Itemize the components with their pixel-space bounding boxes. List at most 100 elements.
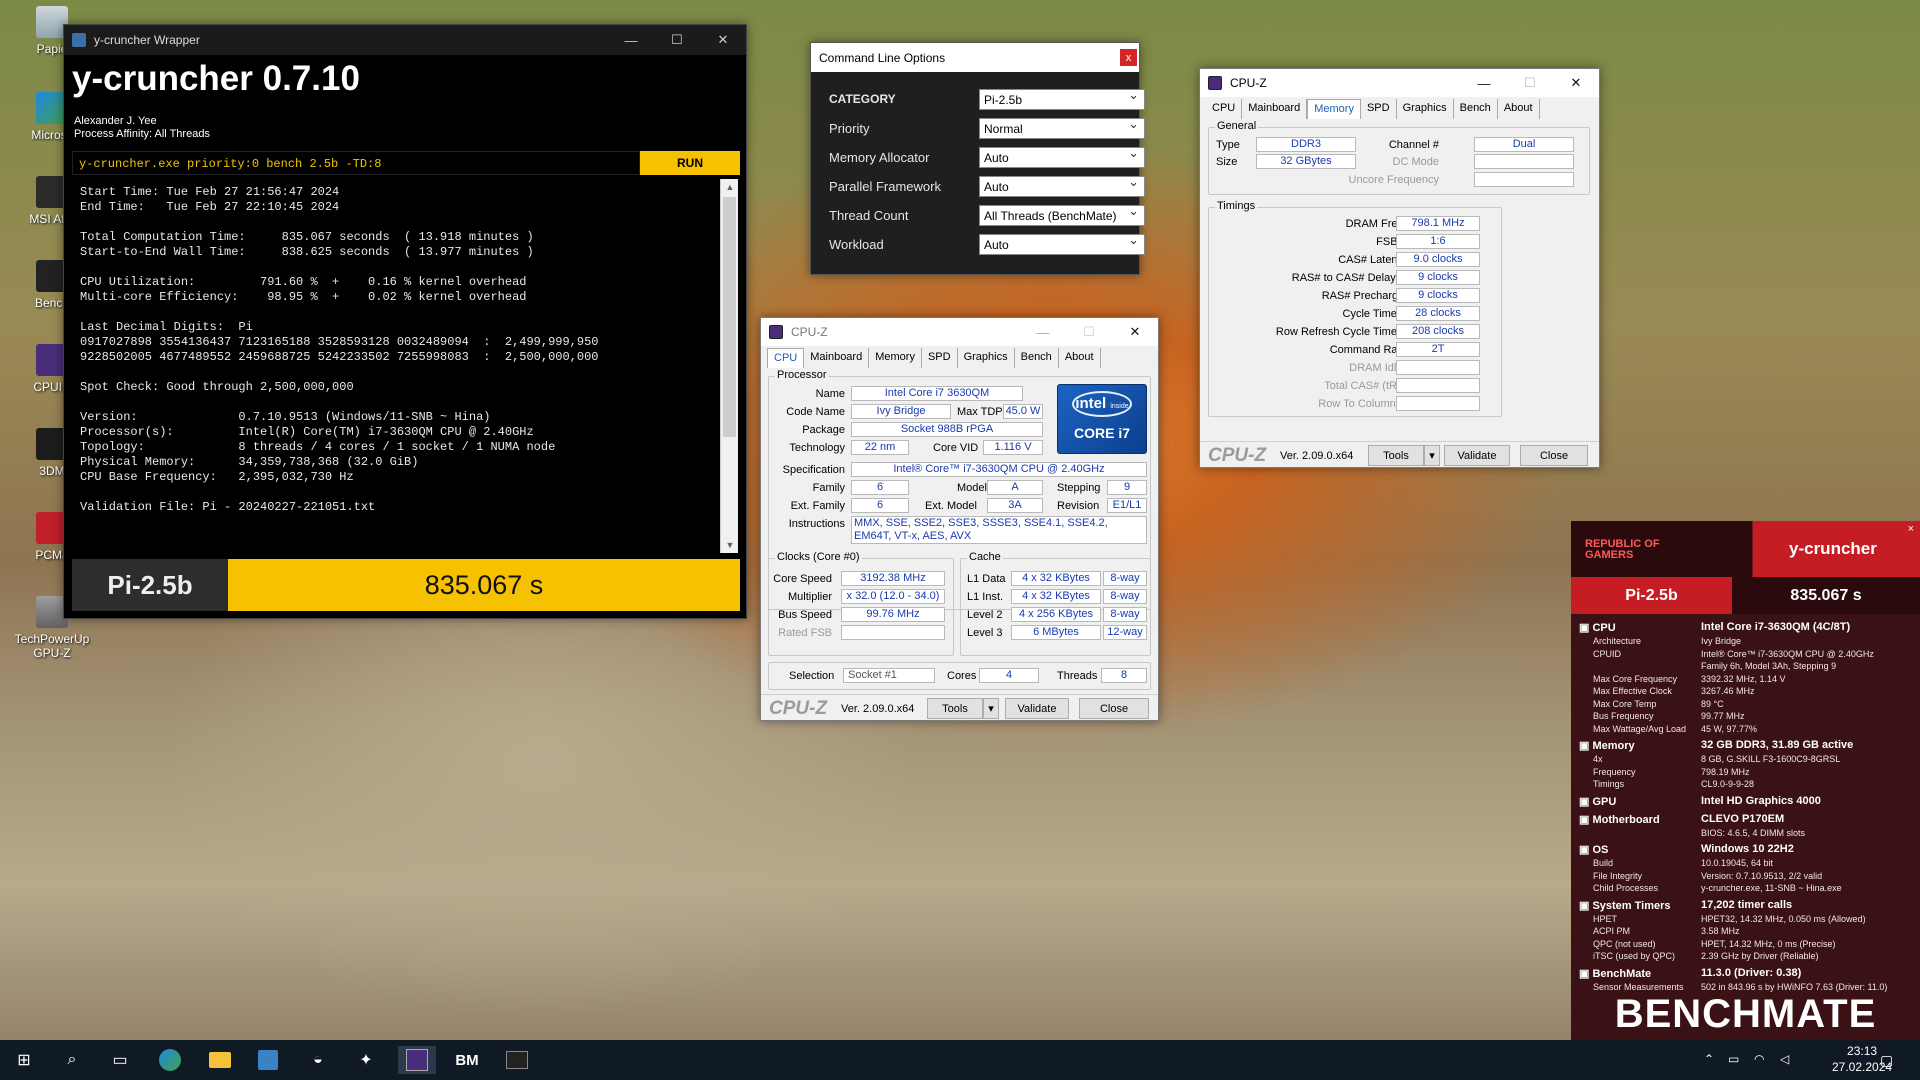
desktop-icon-label: 3DM: [39, 464, 65, 478]
minimize-button[interactable]: —: [1461, 68, 1507, 98]
tools-button[interactable]: Tools: [1368, 445, 1424, 466]
window-title: Command Line Options: [819, 50, 946, 65]
hwinfo-icon[interactable]: ◒: [304, 1046, 332, 1074]
output-line: CPU Base Frequency: 2,395,032,730 Hz: [80, 470, 354, 484]
wifi-icon[interactable]: ◠: [1754, 1052, 1764, 1066]
taskbar: ⊞ ⌕ ▭ ◒ ✦ BM ⌃ ▭ ◠ ◁ 23:13 27.02.2024 ▢: [0, 1040, 1920, 1080]
cpuz-taskbar-icon[interactable]: [398, 1046, 436, 1074]
close-button[interactable]: Close: [1520, 445, 1588, 466]
window-title: CPU-Z: [1230, 76, 1267, 90]
cpuz-tabs: CPU Mainboard Memory SPD Graphics Bench …: [1206, 99, 1540, 119]
workload-select[interactable]: Auto: [979, 232, 1145, 255]
version-label: Ver. 2.09.0.x64: [1280, 450, 1354, 462]
tab-graphics[interactable]: Graphics: [957, 348, 1015, 368]
edge-icon[interactable]: [156, 1046, 184, 1074]
cpuz-titlebar[interactable]: CPU-Z — ☐ ✕: [1200, 69, 1599, 97]
cpuz-titlebar[interactable]: CPU-Z — ☐ ✕: [761, 318, 1158, 346]
tab-mainboard[interactable]: Mainboard: [1242, 99, 1308, 119]
close-button[interactable]: ✕: [1553, 68, 1599, 98]
ycruncher-titlebar[interactable]: y-cruncher Wrapper — ☐ ✕: [64, 25, 746, 55]
tools-dropdown-icon[interactable]: ▾: [983, 698, 999, 719]
close-icon[interactable]: ×: [1908, 523, 1914, 535]
thread-count-select[interactable]: All Threads (BenchMate): [979, 203, 1145, 226]
tools-button[interactable]: Tools: [927, 698, 983, 719]
maximize-button[interactable]: ☐: [1066, 317, 1112, 347]
ext-family-label: Ext. Family: [790, 500, 845, 512]
tab-bench[interactable]: Bench: [1014, 348, 1059, 368]
timing-value: 2T: [1396, 342, 1480, 357]
intel-core-i7-badge: intel inside CORE i7: [1057, 384, 1147, 454]
minimize-button[interactable]: —: [608, 25, 654, 55]
tab-spd[interactable]: SPD: [921, 348, 958, 368]
notification-icon[interactable]: ▢: [1880, 1052, 1893, 1069]
priority-select[interactable]: Normal: [979, 116, 1145, 139]
category-select[interactable]: Pi-2.5b: [979, 87, 1145, 110]
tab-cpu[interactable]: CPU: [1206, 99, 1243, 119]
close-button[interactable]: ✕: [1112, 317, 1158, 347]
search-icon[interactable]: ⌕: [58, 1046, 86, 1074]
maximize-button[interactable]: ☐: [654, 25, 700, 55]
maximize-button[interactable]: ☐: [1507, 68, 1553, 98]
close-button[interactable]: Close: [1079, 698, 1149, 719]
tab-memory[interactable]: Memory: [1307, 99, 1361, 119]
ext-family-value: 6: [851, 498, 909, 513]
detail-key: Child Processes: [1593, 883, 1659, 893]
detail-key: 4x: [1593, 754, 1603, 764]
tab-bench[interactable]: Bench: [1453, 99, 1498, 119]
volume-icon[interactable]: ◁: [1780, 1052, 1789, 1066]
output-scrollbar[interactable]: ▲ ▼: [720, 179, 738, 553]
minimize-button[interactable]: —: [1020, 317, 1066, 347]
benchmate-taskbar-icon[interactable]: BM: [448, 1046, 486, 1074]
option-label: Workload: [829, 237, 884, 252]
tab-cpu[interactable]: CPU: [767, 348, 805, 368]
cpuz-footer: CPU-Z Ver. 2.09.0.x64 Tools ▾ Validate C…: [761, 694, 1158, 720]
clo-titlebar[interactable]: Command Line Options x: [811, 43, 1139, 72]
store-icon[interactable]: [254, 1046, 282, 1074]
run-button[interactable]: RUN: [640, 151, 740, 175]
package-value: Socket 988B rPGA: [851, 422, 1043, 437]
detail-value: Intel® Core™ i7-3630QM CPU @ 2.40GHz: [1701, 648, 1874, 659]
tools-dropdown-icon[interactable]: ▾: [1424, 445, 1440, 466]
tab-mainboard[interactable]: Mainboard: [804, 348, 870, 368]
tab-memory[interactable]: Memory: [869, 348, 922, 368]
selection-select[interactable]: Socket #1: [843, 668, 935, 683]
output-line: Processor(s): Intel(R) Core(TM) i7-3630Q…: [80, 425, 534, 439]
tab-about[interactable]: About: [1058, 348, 1101, 368]
battery-icon[interactable]: ▭: [1728, 1052, 1739, 1066]
package-label: Package: [802, 424, 845, 436]
scroll-up-icon[interactable]: ▲: [721, 179, 739, 195]
validate-button[interactable]: Validate: [1005, 698, 1069, 719]
name-label: Name: [815, 388, 845, 400]
threads-label: Threads: [1057, 670, 1098, 682]
detail-value: 10.0.19045, 64 bit: [1701, 858, 1774, 868]
parallel-framework-select[interactable]: Auto: [979, 174, 1145, 197]
task-view-icon[interactable]: ▭: [106, 1046, 134, 1074]
scroll-down-icon[interactable]: ▼: [721, 537, 739, 553]
timing-value: 9 clocks: [1396, 270, 1480, 285]
cpuz-app-icon: [769, 325, 783, 339]
command-input[interactable]: y-cruncher.exe priority:0 bench 2.5b -TD…: [72, 151, 640, 175]
tab-about[interactable]: About: [1497, 99, 1540, 119]
tab-spd[interactable]: SPD: [1360, 99, 1397, 119]
cpuz-logo: CPU-Z: [1208, 445, 1267, 466]
file-explorer-icon[interactable]: [206, 1046, 234, 1074]
output-line: Last Decimal Digits: Pi: [80, 320, 253, 334]
memory-allocator-select[interactable]: Auto: [979, 145, 1145, 168]
section-value: 17,202 timer calls: [1701, 898, 1793, 911]
tab-graphics[interactable]: Graphics: [1396, 99, 1454, 119]
scroll-thumb[interactable]: [723, 197, 736, 437]
detail-value: HPET, 14.32 MHz, 0 ms (Precise): [1701, 938, 1836, 949]
model-value: A: [987, 480, 1043, 495]
option-label: Memory Allocator: [829, 150, 930, 165]
close-button[interactable]: ✕: [700, 25, 746, 55]
rog-logo: REPUBLIC OF GAMERS: [1585, 539, 1660, 561]
terminal-taskbar-icon[interactable]: [498, 1046, 536, 1074]
start-icon[interactable]: ⊞: [10, 1046, 38, 1074]
group-title: Cache: [967, 551, 1003, 563]
close-button[interactable]: x: [1120, 49, 1137, 66]
detail-value: 45 W, 97.77%: [1701, 723, 1758, 734]
benchmate-panel: REPUBLIC OF GAMERS y-cruncher × Pi-2.5b 8…: [1571, 521, 1920, 1040]
validate-button[interactable]: Validate: [1444, 445, 1510, 466]
app-icon[interactable]: ✦: [352, 1046, 380, 1074]
tray-chevron-icon[interactable]: ⌃: [1704, 1052, 1714, 1066]
